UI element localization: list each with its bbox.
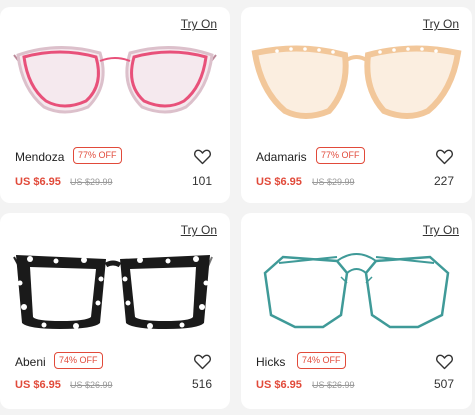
review-count: 516 (191, 377, 212, 391)
review-count: 507 (433, 377, 454, 391)
try-on-link[interactable]: Try On (423, 223, 459, 237)
review-count: 101 (191, 174, 212, 188)
heart-icon[interactable] (193, 353, 212, 370)
sale-price: US $6.95 (256, 176, 302, 188)
eyeglasses-image[interactable] (241, 37, 472, 137)
discount-badge: 74% OFF (54, 352, 103, 369)
product-name: Mendoza (15, 150, 65, 164)
product-name: Hicks (256, 355, 286, 369)
product-name: Abeni (15, 355, 46, 369)
discount-badge: 74% OFF (297, 352, 346, 369)
original-price: US $29.99 (312, 177, 355, 187)
heart-icon[interactable] (435, 353, 454, 370)
try-on-link[interactable]: Try On (181, 223, 217, 237)
original-price: US $26.99 (70, 380, 113, 390)
original-price: US $29.99 (70, 177, 113, 187)
discount-badge: 77% OFF (73, 147, 122, 164)
sale-price: US $6.95 (15, 176, 61, 188)
heart-icon[interactable] (435, 148, 454, 165)
eyeglasses-image[interactable] (0, 37, 230, 137)
sale-price: US $6.95 (256, 379, 302, 391)
discount-badge: 77% OFF (316, 147, 365, 164)
product-card-adamaris[interactable]: Try On Adamaris 77% OFF US $6.95 US $29.… (241, 7, 472, 203)
product-card-mendoza[interactable]: Try On Mendoza 77% OFF US $6.95 US $29.9… (0, 7, 230, 203)
try-on-link[interactable]: Try On (181, 17, 217, 31)
eyeglasses-image[interactable] (241, 243, 472, 343)
try-on-link[interactable]: Try On (423, 17, 459, 31)
original-price: US $26.99 (312, 380, 355, 390)
product-name: Adamaris (256, 150, 307, 164)
heart-icon[interactable] (193, 148, 212, 165)
product-card-hicks[interactable]: Try On Hicks 74% OFF US $6.95 US $26.99 … (241, 213, 472, 409)
product-card-abeni[interactable]: Try On Abeni 74% OFF US $6.95 US $26.99 … (0, 213, 230, 409)
eyeglasses-image[interactable] (0, 243, 230, 343)
sale-price: US $6.95 (15, 379, 61, 391)
review-count: 227 (433, 174, 454, 188)
